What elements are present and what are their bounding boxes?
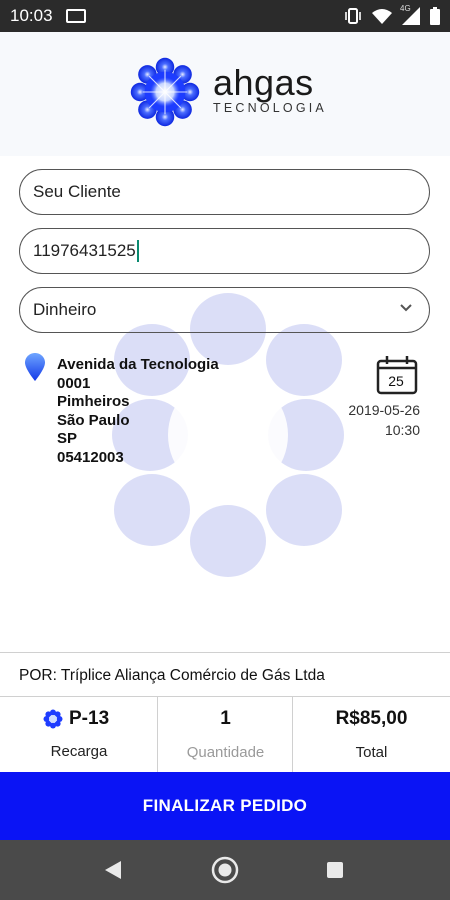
cast-icon <box>66 9 86 23</box>
payment-select[interactable]: Dinheiro <box>19 287 430 333</box>
battery-icon <box>430 7 440 25</box>
payment-value: Dinheiro <box>33 300 97 319</box>
address-zip: 05412003 <box>57 448 124 466</box>
product-label: Recarga <box>50 743 108 760</box>
total-label: Total <box>355 744 388 761</box>
scheduled-datetime: 2019-05-26 10:30 <box>348 400 420 440</box>
status-icons: 4G <box>344 4 440 26</box>
quantity-cell[interactable]: 1 Quantidade <box>158 697 293 772</box>
signal-icon <box>402 7 420 25</box>
address-city: São Paulo <box>57 411 130 429</box>
quantity-label: Quantidade <box>186 744 265 761</box>
client-field[interactable]: Seu Cliente <box>19 169 430 215</box>
product-flower-icon <box>43 709 63 729</box>
phone-value: 11976431525 <box>33 241 136 260</box>
total-cell: R$85,00 Total <box>293 697 450 772</box>
product-row: P-13 <box>43 708 109 730</box>
status-bar: 10:03 4G <box>0 0 450 32</box>
scheduled-date: 2019-05-26 <box>348 402 420 418</box>
scheduled-time: 10:30 <box>384 422 420 438</box>
address-state: SP <box>57 430 78 447</box>
vibrate-icon <box>345 8 361 24</box>
address-street: Avenida da Tecnologia <box>57 356 219 373</box>
address-number: 0001 <box>57 374 91 392</box>
location-pin-icon <box>25 353 45 381</box>
ahgas-logo-icon <box>130 57 200 127</box>
android-nav-bar <box>0 840 450 900</box>
product-code: P-13 <box>69 708 110 729</box>
address-district: Pimheiros <box>57 393 130 410</box>
supplier-text: POR: Tríplice Aliança Comércio de Gás Lt… <box>19 667 325 684</box>
signal-indicator: 4G <box>400 4 420 25</box>
status-time: 10:03 <box>10 6 53 25</box>
brand-tagline: TECNOLOGIA <box>213 101 327 115</box>
home-icon[interactable] <box>211 856 239 884</box>
finalize-order-button[interactable]: FINALIZAR PEDIDO <box>0 772 450 840</box>
client-value: Seu Cliente <box>33 182 121 201</box>
calendar-day: 25 <box>388 373 404 389</box>
total-value: R$85,00 <box>335 708 408 729</box>
quantity-value: 1 <box>220 708 231 729</box>
text-caret <box>136 240 139 262</box>
delivery-address: Avenida da Tecnologia 0001 Pimheiros São… <box>57 356 219 467</box>
divider <box>0 652 450 653</box>
wifi-icon <box>372 9 392 24</box>
order-summary: P-13 Recarga 1 Quantidade R$85,00 Total <box>0 697 450 772</box>
chevron-down-icon[interactable] <box>399 301 413 315</box>
back-icon[interactable] <box>103 860 123 880</box>
recents-icon[interactable] <box>327 862 343 878</box>
brand-name: ahgas <box>213 62 314 103</box>
phone-field[interactable]: 11976431525 <box>19 228 430 274</box>
product-cell[interactable]: P-13 Recarga <box>0 697 158 772</box>
